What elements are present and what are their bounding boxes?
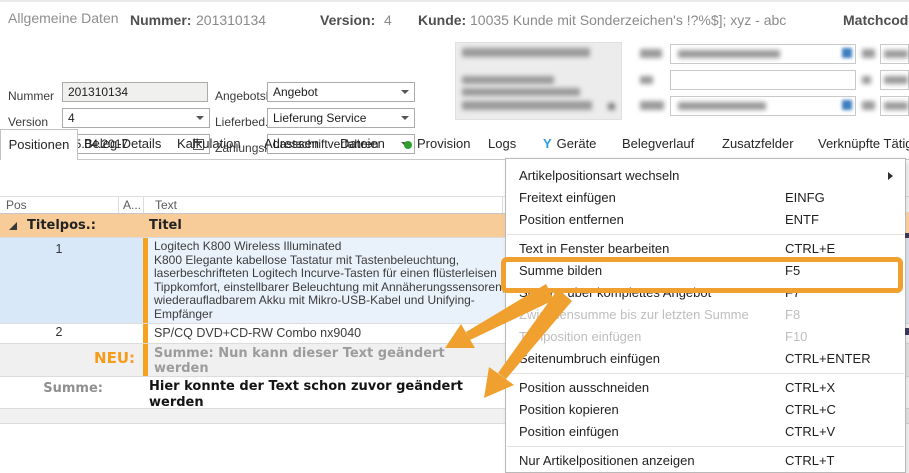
redacted-sliver — [905, 233, 909, 238]
redacted-label — [640, 101, 664, 110]
column-header-text[interactable]: Text — [143, 197, 502, 213]
menu-item-position-entfernen[interactable]: Position entfernen ENTF — [506, 209, 905, 231]
tab-bar: Positionen Beleg-Details Kalkulation Adr… — [0, 129, 909, 160]
menu-item-seitenumbruch-einfuegen[interactable]: Seitenumbruch einfügen CTRL+ENTER — [506, 348, 905, 370]
lieferbed-label: Lieferbed. — [215, 115, 268, 129]
header-kunde-value: 10035 Kunde mit Sonderzeichen's !?%$]; x… — [470, 12, 786, 28]
column-header-a[interactable]: A... — [118, 197, 143, 213]
geraete-icon: Y — [543, 136, 552, 151]
menu-item-position-einfuegen[interactable]: Position einfügen CTRL+V — [506, 421, 905, 443]
tab-positionen[interactable]: Positionen — [0, 129, 78, 160]
form-area: Nummer Version 4 Datum 25.04.2017 Angebo… — [0, 38, 909, 128]
redacted-text — [462, 76, 554, 84]
menu-item-freitext-einfuegen[interactable]: Freitext einfügen EINFG — [506, 187, 905, 209]
article-description: K800 Elegante kabellose Tastatur mit Tas… — [154, 254, 506, 322]
redacted-text — [678, 50, 780, 58]
tab-verknuepfte-taetigkeiten[interactable]: Verknüpfte Tätigkeite — [818, 129, 909, 160]
chevron-down-icon — [401, 116, 409, 120]
redacted-text — [462, 101, 592, 110]
menu-item-position-kopieren[interactable]: Position kopieren CTRL+C — [506, 399, 905, 421]
menu-separator — [507, 373, 904, 374]
tab-geraete[interactable]: YGeräte — [543, 129, 596, 160]
lieferbed-select[interactable]: Lieferung Service — [267, 108, 415, 128]
tab-kalkulation[interactable]: Kalkulation — [177, 129, 241, 160]
redacted-label — [640, 76, 653, 84]
tab-adressen[interactable]: Adressen — [264, 129, 319, 160]
nummer-label: Nummer — [8, 89, 54, 103]
header-nummer-label: Nummer: — [130, 12, 191, 28]
redacted-text — [884, 102, 908, 110]
version-label: Version — [8, 115, 48, 129]
redacted-label — [862, 49, 875, 58]
header-version-value: 4 — [384, 12, 392, 28]
redacted-label — [640, 49, 662, 58]
tab-logs[interactable]: Logs — [488, 129, 516, 160]
tab-zusatzfelder[interactable]: Zusatzfelder — [722, 129, 794, 160]
redacted-text — [462, 88, 580, 96]
menu-item-zwischensumme: Zwischensumme bis zur letzten Summe F8 — [506, 304, 905, 326]
menu-item-nur-artikelpositionen-anzeigen[interactable]: Nur Artikelpositionen anzeigen CTRL+T — [506, 450, 905, 472]
chevron-down-icon — [196, 116, 204, 120]
angebotsk-select[interactable]: Angebot — [267, 82, 415, 102]
menu-item-summe-bilden[interactable]: Summe bilden F5 — [506, 260, 905, 282]
redacted-text — [462, 48, 590, 57]
menu-item-position-ausschneiden[interactable]: Position ausschneiden CTRL+X — [506, 377, 905, 399]
redacted-text — [608, 103, 615, 110]
tab-beleg-details[interactable]: Beleg-Details — [84, 129, 161, 160]
group-expanded-icon[interactable] — [9, 222, 17, 230]
redacted-text — [884, 50, 908, 58]
article-name: Logitech K800 Wireless Illuminated — [154, 240, 506, 254]
nummer-input[interactable] — [62, 82, 208, 102]
redacted-input[interactable] — [670, 70, 856, 90]
submenu-arrow-icon — [888, 172, 893, 180]
tab-belegverlauf[interactable]: Belegverlauf — [622, 129, 694, 160]
header-kunde-label: Kunde: — [418, 12, 466, 28]
redacted-label — [862, 101, 875, 110]
angebot-window: Allgemeine Daten Nummer: 201310134 Versi… — [0, 0, 909, 473]
header-matchcode-label: Matchcode — [843, 12, 909, 28]
redacted-text — [884, 76, 908, 84]
email-icon[interactable] — [842, 100, 852, 110]
menu-item-artikelpositionsart-wechseln[interactable]: Artikelpositionsart wechseln — [506, 165, 905, 187]
menu-item-text-in-fenster-bearbeiten[interactable]: Text in Fenster bearbeiten CTRL+E — [506, 238, 905, 260]
provision-status-dot-icon — [404, 141, 412, 149]
lookup-icon[interactable] — [842, 48, 852, 58]
tab-provision[interactable]: Provision — [404, 129, 470, 160]
redacted-label — [862, 76, 871, 84]
context-menu: Artikelpositionsart wechseln Freitext ei… — [505, 158, 906, 473]
neu-annotation-label: NEU: — [0, 344, 143, 367]
menu-separator — [507, 446, 904, 447]
version-select[interactable]: 4 — [62, 108, 210, 128]
page-title: Allgemeine Daten — [8, 10, 119, 26]
tab-dateien[interactable]: Dateien — [340, 129, 385, 160]
header-bar: Allgemeine Daten Nummer: 201310134 Versi… — [0, 0, 909, 38]
chevron-down-icon — [401, 90, 409, 94]
redacted-text — [678, 102, 766, 110]
header-version-label: Version: — [320, 12, 375, 28]
menu-item-titelposition-einfuegen: Titelposition einfügen F10 — [506, 326, 905, 348]
redacted-sliver — [905, 328, 909, 335]
header-nummer-value: 201310134 — [196, 12, 266, 28]
column-header-pos[interactable]: Pos — [0, 197, 118, 213]
menu-item-summe-ueber-komplettes-angebot[interactable]: Summe über komplettes Angebot F7 — [506, 282, 905, 304]
menu-separator — [507, 234, 904, 235]
